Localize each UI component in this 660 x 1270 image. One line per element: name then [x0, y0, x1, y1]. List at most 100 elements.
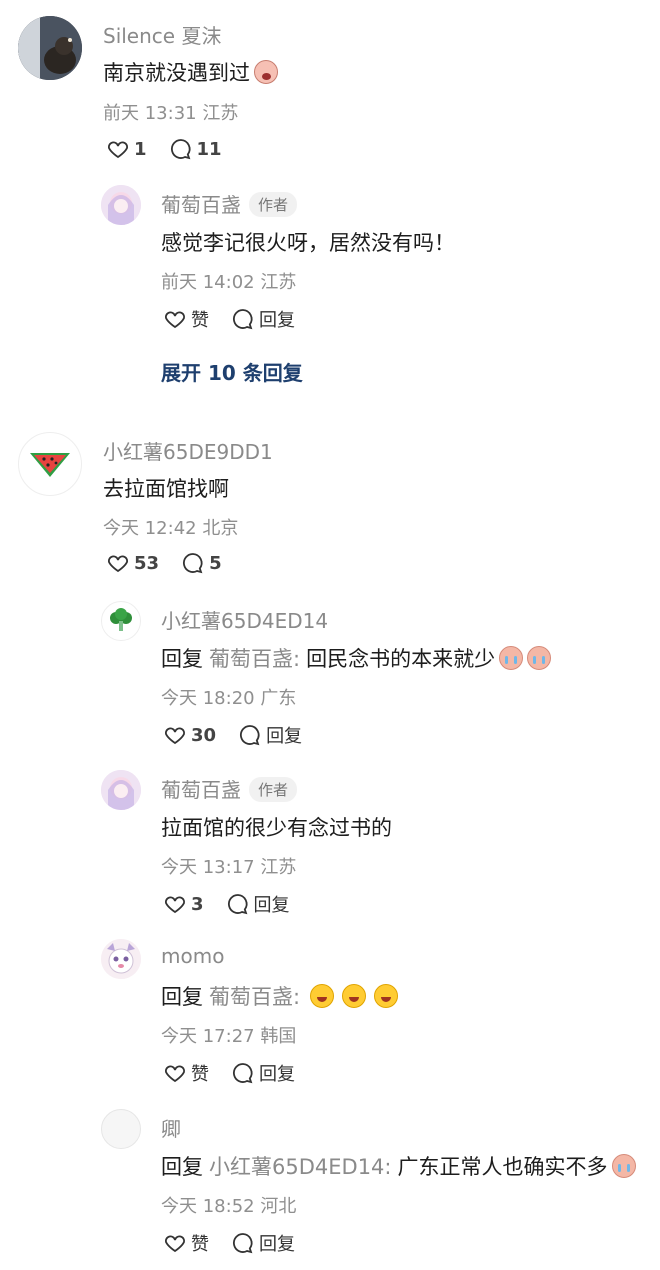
reply-prefix: 回复: [161, 1155, 203, 1179]
reply-text: 回复 小红薯65D4ED14: 广东正常人也确实不多: [161, 1151, 636, 1181]
comment-bubble-icon: [232, 1233, 253, 1254]
reply-button[interactable]: 回复: [226, 891, 290, 917]
like-label: 赞: [191, 1234, 209, 1255]
comment-actions: 53 5: [106, 551, 244, 575]
like-label: 赞: [191, 1064, 209, 1085]
avatar[interactable]: [101, 939, 141, 979]
reply-actions: 3 回复: [163, 891, 312, 917]
heart-icon: [108, 555, 128, 573]
comment-bubble-icon: [170, 139, 190, 160]
reply-button[interactable]: 回复: [238, 722, 302, 748]
comment-bubble-icon: [232, 1063, 253, 1084]
reply-button[interactable]: 回复: [231, 1060, 295, 1086]
comment-author[interactable]: 小红薯65DE9DD1: [103, 436, 273, 465]
like-label: 赞: [191, 310, 209, 331]
crying-emoji-icon: [499, 646, 524, 670]
comment-bubble-icon: [227, 894, 247, 915]
heart-icon: [165, 896, 185, 914]
reply-actions: 赞 回复: [163, 1060, 317, 1086]
comment-bubble-icon: [232, 309, 253, 330]
reply-label: 回复: [259, 1234, 295, 1255]
reply-author-name: 葡萄百盏: [161, 193, 241, 217]
reply-actions: 赞 回复: [163, 306, 317, 332]
laughing-emoji-icon: [310, 984, 335, 1008]
reply-target[interactable]: 小红薯65D4ED14:: [209, 1151, 392, 1181]
author-badge: 作者: [249, 192, 298, 217]
reply-meta: 今天 18:52 河北: [161, 1196, 297, 1217]
reply-prefix: 回复: [161, 647, 203, 671]
like-button[interactable]: 1: [106, 137, 147, 161]
reply-target[interactable]: 葡萄百盏:: [209, 981, 300, 1011]
avatar[interactable]: [101, 601, 141, 641]
reply-meta: 今天 18:20 广东: [161, 688, 297, 709]
heart-icon: [165, 1235, 185, 1253]
comment-meta: 今天 12:42 北京: [103, 518, 239, 539]
reply-button[interactable]: 回复: [231, 306, 295, 332]
like-count: 53: [134, 552, 160, 574]
like-button[interactable]: 30: [163, 723, 216, 747]
broccoli-icon: [110, 608, 132, 631]
expand-replies-button[interactable]: 展开 10 条回复: [161, 357, 303, 386]
reply-button[interactable]: 11: [169, 137, 222, 161]
heart-icon: [165, 1065, 185, 1083]
cartoon-avatar-icon: [101, 939, 141, 979]
laughing-emoji-icon: [374, 984, 399, 1008]
anime-girl-avatar-icon: [101, 185, 141, 225]
comment-author[interactable]: Silence 夏沫: [103, 20, 221, 49]
avatar[interactable]: [101, 770, 141, 810]
reply-label: 回复: [259, 310, 295, 331]
heart-icon: [165, 311, 185, 329]
reply-author[interactable]: 小红薯65D4ED14: [161, 605, 328, 634]
like-count: 1: [134, 138, 147, 160]
reply-author[interactable]: 葡萄百盏 作者: [161, 774, 298, 803]
reply-author[interactable]: 卿: [161, 1113, 181, 1142]
reply-label: 回复: [266, 726, 303, 747]
avatar[interactable]: [18, 16, 82, 80]
comment-bubble-icon: [183, 553, 203, 574]
heart-icon: [165, 727, 185, 745]
reply-label: 回复: [253, 895, 290, 916]
reply-count: 11: [196, 138, 222, 160]
like-count: 30: [191, 724, 217, 746]
reply-actions: 30 回复: [163, 722, 324, 748]
reply-meta: 今天 17:27 韩国: [161, 1026, 297, 1047]
comment-text-content: 南京就没遇到过: [103, 61, 250, 85]
reply-meta: 今天 13:17 江苏: [161, 857, 297, 878]
reply-text: 拉面馆的很少有念过书的: [161, 816, 392, 840]
comment-text: 南京就没遇到过: [103, 57, 278, 87]
reply-text: 回复 葡萄百盏: 回民念书的本来就少: [161, 643, 552, 673]
reply-prefix: 回复: [161, 985, 203, 1009]
comment-meta: 前天 13:31 江苏: [103, 103, 239, 124]
like-button[interactable]: 赞: [163, 306, 209, 332]
comment-text: 去拉面馆找啊: [103, 477, 229, 501]
reply-text: 回复 葡萄百盏:: [161, 981, 399, 1011]
like-button[interactable]: 赞: [163, 1060, 209, 1086]
reply-author[interactable]: 葡萄百盏 作者: [161, 189, 298, 218]
watermelon-icon: [30, 453, 70, 477]
crying-emoji-icon: [527, 646, 552, 670]
avatar[interactable]: [101, 185, 141, 225]
reply-label: 回复: [259, 1064, 295, 1085]
reply-button[interactable]: 5: [181, 551, 222, 575]
comment-actions: 1 11: [106, 137, 244, 161]
reply-text-content: 广东正常人也确实不多: [397, 1155, 608, 1179]
reply-count: 5: [209, 552, 222, 574]
heart-icon: [108, 141, 128, 159]
avatar[interactable]: [18, 432, 82, 496]
avatar[interactable]: [101, 1109, 141, 1149]
comment-bubble-icon: [240, 725, 260, 746]
reply-author-name: 葡萄百盏: [161, 778, 241, 802]
reply-button[interactable]: 回复: [231, 1230, 295, 1256]
reply-author[interactable]: momo: [161, 944, 224, 968]
reply-meta: 前天 14:02 江苏: [161, 272, 297, 293]
like-button[interactable]: 3: [163, 892, 204, 916]
reply-actions: 赞 回复: [163, 1230, 317, 1256]
crying-emoji-icon: [254, 60, 278, 84]
laughing-emoji-icon: [342, 984, 367, 1008]
reply-target[interactable]: 葡萄百盏:: [209, 643, 300, 673]
cat-photo-avatar-icon: [18, 16, 82, 80]
reply-text-content: 回民念书的本来就少: [306, 647, 496, 671]
like-button[interactable]: 赞: [163, 1230, 209, 1256]
like-button[interactable]: 53: [106, 551, 159, 575]
author-badge: 作者: [249, 777, 298, 802]
